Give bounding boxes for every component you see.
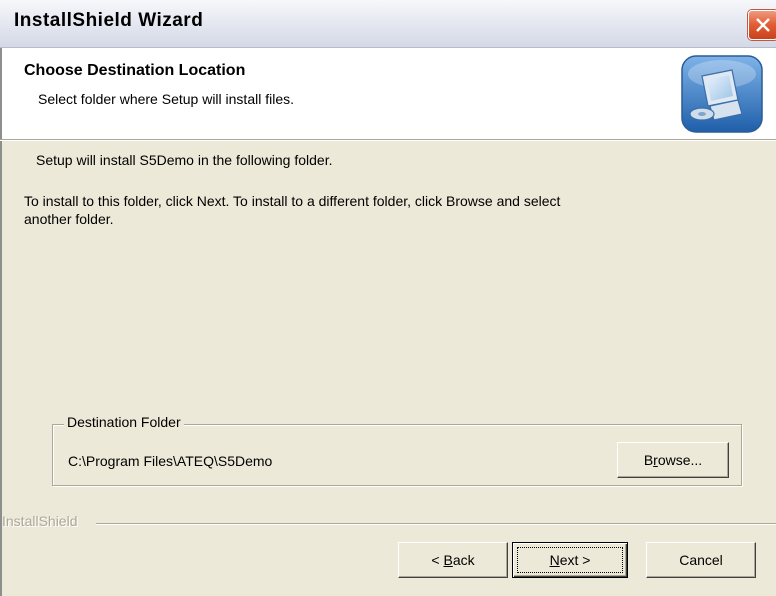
back-button[interactable]: < Back <box>398 542 508 578</box>
back-label-post: ack <box>452 552 475 568</box>
next-label-post: ext > <box>559 552 591 568</box>
cancel-button[interactable]: Cancel <box>646 542 756 578</box>
next-button[interactable]: Next > <box>512 542 628 578</box>
installshield-brand: InstallShield <box>2 513 78 529</box>
destination-path: C:\Program Files\ATEQ\S5Demo <box>68 453 273 469</box>
page-subtitle: Select folder where Setup will install f… <box>38 91 295 107</box>
header-panel: Choose Destination Location Select folde… <box>0 48 776 139</box>
browse-button[interactable]: Browse... <box>617 442 729 478</box>
header-divider <box>0 139 776 141</box>
browse-label-pre: B <box>643 452 654 468</box>
instruction-text-line2: another folder. <box>24 211 114 227</box>
install-info-text: Setup will install S5Demo in the followi… <box>36 152 333 168</box>
install-computer-icon <box>680 54 764 134</box>
close-button[interactable] <box>748 10 776 40</box>
close-icon <box>756 18 770 32</box>
instruction-text-line1: To install to this folder, click Next. T… <box>24 193 561 209</box>
back-label-pre: < <box>431 552 444 568</box>
footer-divider <box>96 523 776 525</box>
window-title: InstallShield Wizard <box>14 10 204 31</box>
back-label-mnemonic: B <box>443 552 453 568</box>
destination-folder-label: Destination Folder <box>64 414 184 430</box>
cancel-label: Cancel <box>679 552 723 568</box>
title-bar[interactable]: InstallShield Wizard <box>0 0 776 48</box>
browse-label-post: owse... <box>657 452 703 468</box>
installshield-dialog: InstallShield Wizard Choose Destination … <box>0 0 776 596</box>
page-title: Choose Destination Location <box>24 62 246 79</box>
next-label-mnemonic: N <box>549 552 560 568</box>
